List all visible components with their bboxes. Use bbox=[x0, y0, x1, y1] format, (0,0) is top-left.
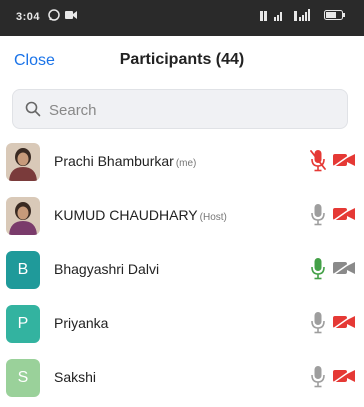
avatar-letter: S bbox=[17, 369, 29, 386]
participant-name: Prachi Bhamburkar (me) bbox=[54, 153, 196, 169]
avatar bbox=[6, 197, 40, 235]
search-icon bbox=[25, 101, 41, 117]
mic-icon[interactable] bbox=[310, 203, 326, 232]
camera-off-icon[interactable] bbox=[332, 368, 356, 389]
participant-role-tag: (me) bbox=[175, 158, 197, 169]
participant-name: KUMUD CHAUDHARY (Host) bbox=[54, 207, 227, 223]
whatsapp-icon bbox=[48, 9, 60, 21]
camera-off-icon[interactable] bbox=[332, 152, 356, 173]
participant-name-text: Prachi Bhamburkar bbox=[54, 153, 174, 169]
status-right-icons bbox=[260, 9, 346, 21]
header: Close Participants (44) bbox=[0, 36, 364, 88]
signal-icon bbox=[260, 11, 282, 21]
search-input[interactable] bbox=[47, 98, 331, 122]
signal-icon bbox=[294, 9, 310, 21]
participant-role-tag: (Host) bbox=[199, 212, 227, 223]
search-box[interactable] bbox=[12, 89, 348, 129]
participant-row[interactable]: B Bhagyashri Dalvi bbox=[0, 245, 364, 299]
participant-row[interactable]: P Priyanka bbox=[0, 299, 364, 353]
avatar: P bbox=[6, 305, 40, 343]
mic-icon[interactable] bbox=[310, 365, 326, 394]
video-icon bbox=[65, 11, 77, 19]
status-time: 3:04 bbox=[16, 11, 41, 23]
mic-muted-icon[interactable] bbox=[310, 149, 326, 178]
camera-off-icon[interactable] bbox=[332, 260, 356, 281]
avatar bbox=[6, 143, 40, 181]
participant-name-text: Sakshi bbox=[54, 369, 97, 385]
page-title: Participants (44) bbox=[0, 51, 364, 69]
participant-name: Priyanka bbox=[54, 315, 108, 331]
participant-name: Sakshi bbox=[54, 369, 96, 385]
participant-row[interactable]: Prachi Bhamburkar (me) bbox=[0, 137, 364, 191]
page-title-text: Participants (44) bbox=[119, 51, 245, 68]
status-bar: 3:04 bbox=[0, 0, 364, 36]
participant-name-text: KUMUD CHAUDHARY bbox=[54, 207, 198, 223]
avatar: B bbox=[6, 251, 40, 289]
status-left-icons bbox=[48, 9, 77, 21]
avatar-letter: B bbox=[17, 261, 29, 278]
participant-row[interactable]: S Sakshi bbox=[0, 353, 364, 407]
mic-icon[interactable] bbox=[310, 311, 326, 340]
mic-icon[interactable] bbox=[310, 257, 326, 286]
camera-off-icon[interactable] bbox=[332, 314, 356, 335]
participant-name: Bhagyashri Dalvi bbox=[54, 261, 159, 277]
avatar-letter: P bbox=[17, 315, 29, 332]
camera-off-icon[interactable] bbox=[332, 206, 356, 227]
participant-row[interactable]: KUMUD CHAUDHARY (Host) bbox=[0, 191, 364, 245]
battery-icon bbox=[324, 10, 345, 20]
participant-name-text: Priyanka bbox=[54, 315, 109, 331]
participant-name-text: Bhagyashri Dalvi bbox=[54, 261, 160, 277]
avatar: S bbox=[6, 359, 40, 397]
